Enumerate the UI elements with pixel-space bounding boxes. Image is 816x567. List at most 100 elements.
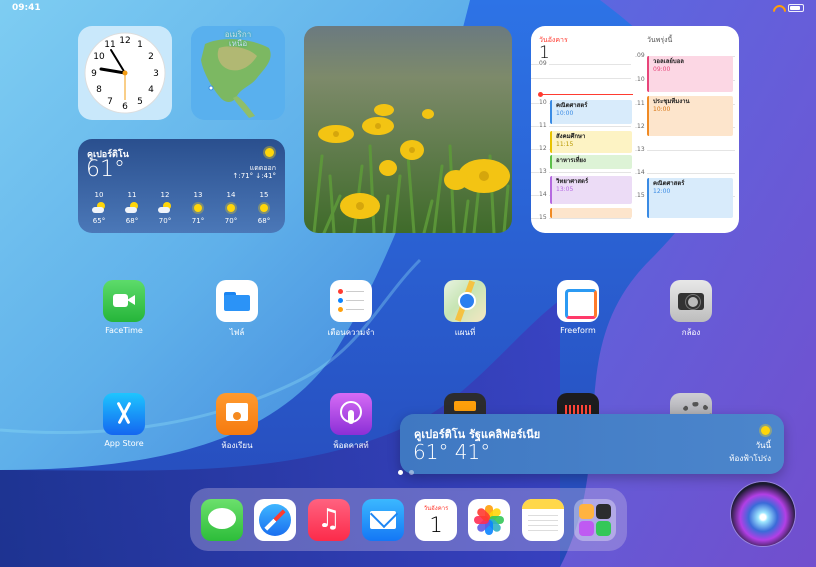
calendar-event[interactable]: วิทยาศาสตร์ 13:05	[550, 176, 632, 204]
status-indicators	[772, 4, 804, 12]
analog-clock-face: 12 12 345 678 91011	[84, 32, 166, 114]
notes-icon[interactable]	[522, 499, 564, 541]
calendar-today-column: วันอังคาร 1 09 09 10 11 12 13 14 15 คณิต…	[531, 26, 635, 233]
dock-calendar-day: วันอังคาร	[423, 505, 449, 512]
svg-text:9: 9	[91, 69, 97, 79]
app-library-icon[interactable]	[574, 499, 616, 541]
app-podcasts[interactable]: พ็อดคาสท์	[313, 393, 389, 452]
svg-text:1: 1	[137, 40, 143, 50]
app-label: FaceTime	[105, 326, 143, 335]
app-label: เตือนความจำ	[327, 328, 375, 337]
sun-icon	[257, 201, 271, 215]
app-classroom[interactable]: ห้องเรียน	[199, 393, 275, 452]
map-region-label: อเมริกา เหนือ	[224, 30, 252, 48]
wifi-icon	[772, 5, 783, 12]
hour-label: 12	[539, 145, 549, 152]
sun-icon	[191, 201, 205, 215]
forecast-hour: 11 68°	[125, 191, 139, 225]
hour-label: 09	[637, 52, 647, 59]
svg-text:5: 5	[137, 97, 143, 107]
reminders-icon[interactable]	[330, 280, 372, 322]
partly-cloudy-icon	[92, 201, 106, 215]
app-label: แผนที่	[454, 328, 476, 337]
calendar-event[interactable]	[550, 208, 632, 218]
battery-icon	[788, 4, 804, 12]
hour-label: 13	[637, 146, 647, 153]
camera-icon[interactable]	[670, 280, 712, 322]
calendar-event[interactable]: อาหารเที่ยง	[550, 155, 632, 169]
messages-icon[interactable]	[201, 499, 243, 541]
calendar-event[interactable]: วอลเลย์บอล 09:00	[647, 56, 733, 92]
photos-icon[interactable]	[468, 499, 510, 541]
hour-label: 15	[637, 192, 647, 199]
app-store-icon[interactable]	[103, 393, 145, 435]
forecast-hour: 13 71°	[191, 191, 205, 225]
app-label: App Store	[104, 439, 144, 448]
svg-text:10: 10	[93, 52, 105, 62]
app-reminders[interactable]: เตือนความจำ	[313, 280, 389, 339]
weather-temperature: 61°	[86, 157, 125, 182]
forecast-hour: 10 65°	[92, 191, 106, 225]
app-freeform[interactable]: Freeform	[540, 280, 616, 335]
svg-text:8: 8	[96, 85, 102, 95]
current-time-indicator	[538, 92, 633, 97]
siri-weather-result[interactable]: คูเปอร์ติโน รัฐแคลิฟอร์เนีย 61° 41° วันน…	[400, 414, 784, 474]
music-icon[interactable]	[308, 499, 350, 541]
app-app-store[interactable]: App Store	[86, 393, 162, 448]
partly-cloudy-icon	[158, 201, 172, 215]
podcasts-icon[interactable]	[330, 393, 372, 435]
calendar-event[interactable]: ประชุมทีมงาน 10:00	[647, 96, 733, 136]
facetime-icon[interactable]	[103, 280, 145, 322]
maps-icon[interactable]	[444, 280, 486, 322]
partly-cloudy-icon	[125, 201, 139, 215]
forecast-hour: 14 70°	[224, 191, 238, 225]
calendar-event[interactable]: คณิตศาสตร์ 12:00	[647, 178, 733, 218]
dock-calendar-date: 1	[429, 513, 443, 537]
app-label: ห้องเรียน	[221, 441, 253, 450]
app-maps[interactable]: แผนที่	[427, 280, 503, 339]
hour-label: 14	[637, 169, 647, 176]
weather-widget[interactable]: คูเปอร์ติโน 61° แดดออก ↑:71° ↓:41° 10 65…	[78, 139, 285, 233]
sun-icon	[265, 148, 274, 157]
classroom-icon[interactable]	[216, 393, 258, 435]
svg-text:2: 2	[148, 52, 154, 62]
calendar-event[interactable]: คณิตศาสตร์ 10:00	[550, 100, 632, 124]
weather-high-low: ↑:71° ↓:41°	[232, 172, 277, 180]
siri-weather-temperatures: 61° 41°	[413, 440, 491, 464]
svg-text:6: 6	[122, 102, 128, 112]
weather-hourly-forecast: 10 65° 11 68° 12 70° 13 71° 14 70° 15 68…	[86, 191, 277, 225]
hour-label: 12	[637, 123, 647, 130]
hour-label: 10	[637, 76, 647, 83]
svg-text:3: 3	[153, 69, 159, 79]
mail-icon[interactable]	[362, 499, 404, 541]
safari-icon[interactable]	[254, 499, 296, 541]
siri-orb-icon[interactable]	[731, 482, 795, 546]
page-indicator[interactable]	[398, 470, 414, 475]
calendar-widget[interactable]: วันอังคาร 1 09 09 10 11 12 13 14 15 คณิต…	[531, 26, 739, 233]
clock-widget[interactable]: 12 1 2 345 678 9 10 11	[78, 26, 172, 120]
forecast-hour: 15 68°	[257, 191, 271, 225]
app-files[interactable]: ไฟล์	[199, 280, 275, 339]
calendar-tomorrow-label: วันพรุ่งนี้	[647, 36, 673, 44]
files-icon[interactable]	[216, 280, 258, 322]
photos-widget[interactable]	[304, 26, 512, 233]
page-dot-active[interactable]	[398, 470, 403, 475]
map-widget[interactable]: อเมริกา เหนือ	[191, 26, 285, 120]
status-time: 09:41	[12, 3, 41, 13]
app-camera[interactable]: กล้อง	[653, 280, 729, 339]
app-facetime[interactable]: FaceTime	[86, 280, 162, 335]
flower-field-photo	[304, 26, 512, 233]
hour-label: 11	[637, 100, 647, 107]
app-label: กล้อง	[681, 328, 701, 337]
svg-text:11: 11	[104, 40, 115, 50]
hour-label: 14	[539, 191, 549, 198]
svg-text:12: 12	[119, 36, 130, 46]
hour-label: 11	[539, 122, 549, 129]
freeform-icon[interactable]	[557, 280, 599, 322]
page-dot[interactable]	[409, 470, 414, 475]
hour-label: 10	[539, 99, 549, 106]
calendar-event[interactable]: สังคมศึกษา 11:15	[550, 131, 632, 153]
calendar-icon[interactable]: วันอังคาร 1	[415, 499, 457, 541]
hour-label: 15	[539, 214, 549, 221]
svg-text:7: 7	[107, 97, 113, 107]
